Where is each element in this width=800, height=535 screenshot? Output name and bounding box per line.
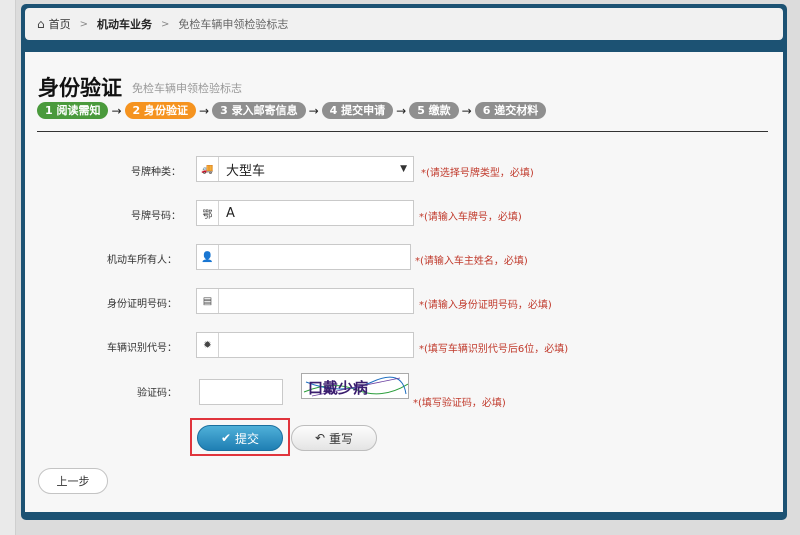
page-title: 身份验证 [38, 76, 122, 100]
step-3: 3 录入邮寄信息 [212, 102, 306, 119]
captcha-label: 验证码： [137, 388, 177, 399]
step-progress: 1 阅读需知 → 2 身份验证 → 3 录入邮寄信息 → 4 提交申请 → 5 … [37, 102, 547, 119]
captcha-text: 口戴少病 [308, 379, 369, 397]
id-number-label: 身份证明号码： [107, 299, 177, 310]
step-1: 1 阅读需知 [37, 102, 109, 119]
reset-button[interactable]: ↶ 重写 [291, 425, 377, 451]
submit-button[interactable]: ✔ 提交 [197, 425, 283, 451]
owner-label: 机动车所有人： [107, 255, 177, 266]
breadcrumb-current: 免检车辆申领检验标志 [178, 18, 289, 31]
vin-input[interactable]: ✹ [196, 332, 414, 358]
main-frame: ⌂ 首页 > 机动车业务 > 免检车辆申领检验标志 身份验证 免检车辆申领检验标… [21, 4, 787, 520]
arrow-right-icon: → [199, 103, 210, 118]
truck-icon: 🚚 [197, 157, 219, 181]
chevron-right-icon: > [161, 18, 170, 30]
check-icon: ✔ [220, 431, 232, 445]
step-2: 2 身份验证 [124, 102, 197, 119]
plate-type-hint: *(请选择号牌类型，必填) [421, 168, 534, 179]
reset-label: 重写 [329, 431, 354, 446]
captcha-hint: *(填写验证码，必填) [413, 398, 506, 409]
owner-input[interactable]: 👤 [196, 244, 411, 270]
captcha-image[interactable]: 口戴少病 [301, 373, 409, 399]
page-subtitle: 免检车辆申领检验标志 [132, 82, 242, 95]
prev-step-button[interactable]: 上一步 [38, 468, 108, 494]
vin-hint: *(填写车辆识别代号后6位，必填) [419, 344, 569, 355]
left-strip [0, 0, 16, 535]
step-4: 4 提交申请 [321, 102, 394, 119]
plate-prefix: 鄂 [197, 201, 219, 225]
step-5: 5 缴款 [409, 102, 459, 119]
id-card-icon: ▤ [197, 289, 219, 313]
divider [37, 131, 768, 132]
step-6: 6 递交材料 [474, 102, 547, 119]
submit-label: 提交 [235, 431, 260, 446]
captcha-input[interactable] [199, 379, 283, 405]
plate-number-hint: *(请输入车牌号，必填) [419, 212, 522, 223]
gear-icon: ✹ [197, 333, 219, 357]
plate-type-value: 大型车 [226, 163, 266, 179]
user-icon: 👤 [197, 245, 219, 269]
plate-type-select[interactable]: 🚚 大型车 ▼ [196, 156, 414, 182]
arrow-right-icon: → [111, 103, 122, 118]
breadcrumb-home[interactable]: 首页 [49, 16, 71, 32]
plate-number-label: 号牌号码： [131, 211, 181, 222]
prev-step-label: 上一步 [56, 475, 90, 488]
owner-hint: *(请输入车主姓名，必填) [415, 256, 528, 267]
arrow-right-icon: → [308, 103, 319, 118]
plate-number-value: A [226, 205, 235, 221]
vin-label: 车辆识别代号： [107, 343, 177, 354]
chevron-right-icon: > [79, 18, 89, 30]
plate-type-label: 号牌种类： [131, 167, 181, 178]
undo-icon: ↶ [314, 431, 326, 445]
breadcrumb-section[interactable]: 机动车业务 [97, 16, 152, 32]
home-icon[interactable]: ⌂ [37, 17, 45, 31]
breadcrumb: ⌂ 首页 > 机动车业务 > 免检车辆申领检验标志 [25, 8, 783, 40]
caret-down-icon: ▼ [400, 164, 407, 174]
content-panel: 身份验证 免检车辆申领检验标志 1 阅读需知 → 2 身份验证 → 3 录入邮寄… [25, 52, 783, 512]
id-number-hint: *(请输入身份证明号码，必填) [419, 300, 552, 311]
plate-number-input[interactable]: 鄂 A [196, 200, 414, 226]
id-number-input[interactable]: ▤ [196, 288, 414, 314]
arrow-right-icon: → [461, 103, 472, 118]
arrow-right-icon: → [396, 103, 407, 118]
